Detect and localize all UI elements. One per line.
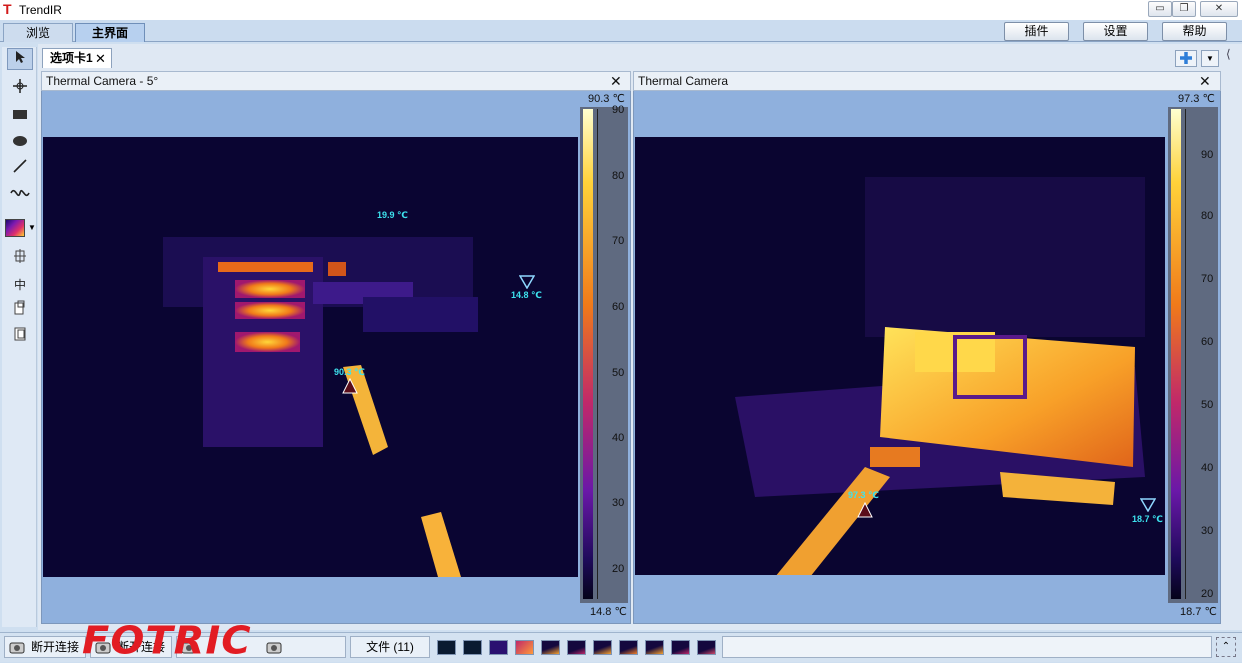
camera-icon [265,638,283,662]
scale-2-tick: 60 [1201,336,1214,348]
panel-2-title: Thermal Camera [638,74,729,88]
scale-2-tick: 20 [1201,588,1214,600]
settings-button[interactable]: 设置 [1083,22,1148,41]
marker-min-label: 18.7 ℃ [1132,514,1163,524]
scale-2-min: 18.7 ℃ [1180,606,1217,618]
panel-1-close-icon[interactable]: ✕ [610,73,622,90]
thermal-image-2[interactable] [635,137,1165,575]
camera-icon [8,638,26,662]
panel-1-title: Thermal Camera - 5° [46,74,159,88]
scale-2-tick: 40 [1201,462,1214,474]
tab-main[interactable]: 主界面 [75,23,145,42]
thumbnail[interactable] [567,640,586,655]
title-bar: T TrendIR ▭ ❐ ✕ [0,0,1242,20]
close-icon[interactable]: ✕ [1200,1,1238,17]
thumbnail[interactable] [437,640,456,655]
scale-1-tick: 20 [612,563,625,575]
marker-max-label: 90.3 ℃ [334,367,365,377]
disconnect-label-1: 断开连接 [31,640,80,654]
tool-palette: ▼ 中 [2,47,37,627]
scale-1-tick: 70 [612,235,625,247]
plugins-button[interactable]: 插件 [1004,22,1069,41]
add-icon[interactable] [1175,50,1197,67]
tab-close-icon[interactable]: ✕ [95,49,106,68]
panel-1-header: Thermal Camera - 5° [41,71,631,91]
disconnect-button-1[interactable]: 断开连接 [4,636,86,658]
copy-icon[interactable] [7,300,33,322]
thumbnail-strip-area [722,636,1212,658]
tab-browse[interactable]: 浏览 [3,23,73,42]
marker-spot-label: 19.9 ℃ [377,210,408,220]
marker-min-label: 14.8 ℃ [511,290,542,300]
scale-2-tick: 90 [1201,149,1214,161]
files-button[interactable]: 文件 (11) [350,636,430,658]
thumbnail[interactable] [697,640,716,655]
thumbnail[interactable] [645,640,664,655]
chevron-down-icon[interactable]: ▼ [1201,50,1219,67]
scale-2-max: 97.3 ℃ [1178,93,1215,105]
scale-1-min: 14.8 ℃ [590,606,627,618]
expand-icon[interactable]: ⌃ [1216,637,1236,657]
marker-max-label: 97.3 ℃ [848,490,879,500]
restore-icon[interactable]: ❐ [1172,1,1196,17]
thumbnail[interactable] [619,640,638,655]
scale-2-tick: 80 [1201,210,1214,222]
paste-icon[interactable] [7,326,33,348]
line-icon[interactable] [7,158,33,180]
rectangle-icon[interactable] [7,105,33,127]
minimize-icon[interactable]: ▭ [1148,1,1172,17]
palette-icon[interactable]: ▼ [5,217,36,239]
panel-2-close-icon[interactable]: ✕ [1199,73,1211,90]
max-marker-icon [342,377,358,397]
help-button[interactable]: 帮助 [1162,22,1227,41]
scale-2-tick: 50 [1201,399,1214,411]
scale-2-tick: 30 [1201,525,1214,537]
tab-document-1-label: 选项卡1 [50,51,93,65]
pointer-icon[interactable] [7,48,33,70]
scale-2-tick: 70 [1201,273,1214,285]
ruler-icon[interactable] [7,248,33,270]
center-icon[interactable]: 中 [7,274,33,296]
thumbnail[interactable] [671,640,690,655]
scale-1-tick: 60 [612,301,625,313]
thermal-image-1[interactable] [43,137,578,577]
min-marker-icon [1139,498,1157,515]
collapse-icon[interactable]: ⟨ [1226,47,1240,71]
tab-document-1[interactable]: 选项卡1 ✕ [42,48,112,68]
thumbnail[interactable] [463,640,482,655]
max-marker-icon [857,501,873,521]
scale-1-tick: 30 [612,497,625,509]
scale-1-tick: 80 [612,170,625,182]
app-title: TrendIR [19,3,62,17]
scale-1-tick: 50 [612,367,625,379]
thumbnail[interactable] [489,640,508,655]
ellipse-icon[interactable] [7,132,33,154]
thumbnail[interactable] [515,640,534,655]
watermark-logo: FOTRIC [82,619,252,663]
thumbnail[interactable] [593,640,612,655]
panel-2-header: Thermal Camera [633,71,1221,91]
scale-1-tick: 40 [612,432,625,444]
app-logo-icon: T [3,1,12,17]
polyline-icon[interactable] [7,184,33,206]
scale-1-tick: 90 [612,104,625,116]
thumbnail[interactable] [541,640,560,655]
crosshair-icon[interactable] [7,78,33,100]
